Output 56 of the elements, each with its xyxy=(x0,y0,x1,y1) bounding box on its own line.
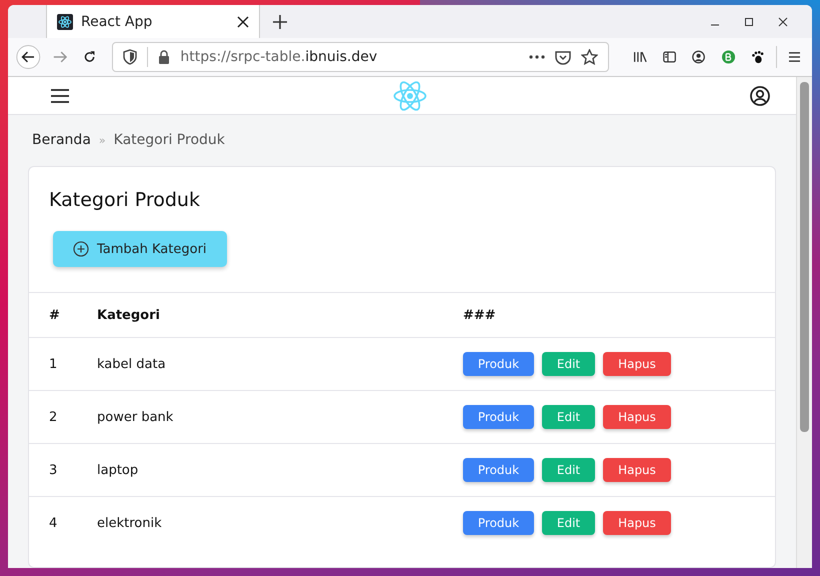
table-cell: elektronik xyxy=(77,496,455,549)
more-icon[interactable] xyxy=(529,55,546,59)
table-cell: 2 xyxy=(29,390,77,444)
delete-button[interactable]: Hapus xyxy=(603,511,671,535)
delete-button[interactable]: Hapus xyxy=(603,352,671,376)
library-icon[interactable] xyxy=(633,50,648,64)
table-cell: 4 xyxy=(29,496,77,549)
plus-circle-icon xyxy=(73,241,89,257)
column-header: Kategori xyxy=(77,292,455,338)
footprint-icon[interactable] xyxy=(750,49,764,65)
breadcrumb-link[interactable]: Beranda xyxy=(32,132,91,148)
sidebar-icon[interactable] xyxy=(663,50,676,64)
edit-button[interactable]: Edit xyxy=(542,405,595,429)
maximize-icon[interactable] xyxy=(744,16,754,26)
tab-title: React App xyxy=(81,14,154,30)
menu-icon[interactable] xyxy=(51,88,69,102)
browser-tab[interactable]: React App xyxy=(46,5,260,38)
address-bar[interactable]: https://srpc-table.ibnuis.dev xyxy=(112,42,610,72)
pocket-icon[interactable] xyxy=(555,50,572,64)
extension-icon[interactable] xyxy=(722,49,735,65)
products-button[interactable]: Produk xyxy=(463,458,534,482)
url-text: https://srpc-table.ibnuis.dev xyxy=(180,49,378,65)
user-icon[interactable] xyxy=(750,86,770,106)
add-category-button[interactable]: Tambah Kategori xyxy=(53,231,227,267)
breadcrumb-separator: » xyxy=(98,134,106,146)
column-header: ### xyxy=(455,292,775,338)
forward-icon[interactable] xyxy=(52,49,68,65)
account-icon[interactable] xyxy=(692,49,706,65)
close-icon[interactable] xyxy=(237,16,249,28)
back-icon[interactable] xyxy=(16,42,41,72)
scrollbar[interactable] xyxy=(796,77,812,568)
close-icon[interactable] xyxy=(778,16,788,26)
edit-button[interactable]: Edit xyxy=(542,458,595,482)
products-button[interactable]: Produk xyxy=(463,511,534,535)
plus-icon[interactable] xyxy=(273,14,287,28)
column-header: # xyxy=(29,292,77,338)
delete-button[interactable]: Hapus xyxy=(603,458,671,482)
products-button[interactable]: Produk xyxy=(463,352,534,376)
table-cell: power bank xyxy=(77,390,455,444)
table-cell: kabel data xyxy=(77,338,455,390)
reload-icon[interactable] xyxy=(83,49,96,65)
star-icon[interactable] xyxy=(581,49,598,65)
table-cell: 3 xyxy=(29,444,77,496)
edit-button[interactable]: Edit xyxy=(542,511,595,535)
table-cell: 1 xyxy=(29,338,77,390)
atom-icon xyxy=(57,14,73,30)
menu-icon[interactable] xyxy=(788,51,800,63)
products-button[interactable]: Produk xyxy=(463,405,534,429)
lock-icon xyxy=(158,50,170,64)
shield-icon xyxy=(123,49,138,65)
scrollbar-thumb[interactable] xyxy=(800,82,809,432)
table-cell: laptop xyxy=(77,444,455,496)
card-title: Kategori Produk xyxy=(49,189,201,211)
edit-button[interactable]: Edit xyxy=(542,352,595,376)
breadcrumb-current: Kategori Produk xyxy=(114,132,225,148)
delete-button[interactable]: Hapus xyxy=(603,405,671,429)
